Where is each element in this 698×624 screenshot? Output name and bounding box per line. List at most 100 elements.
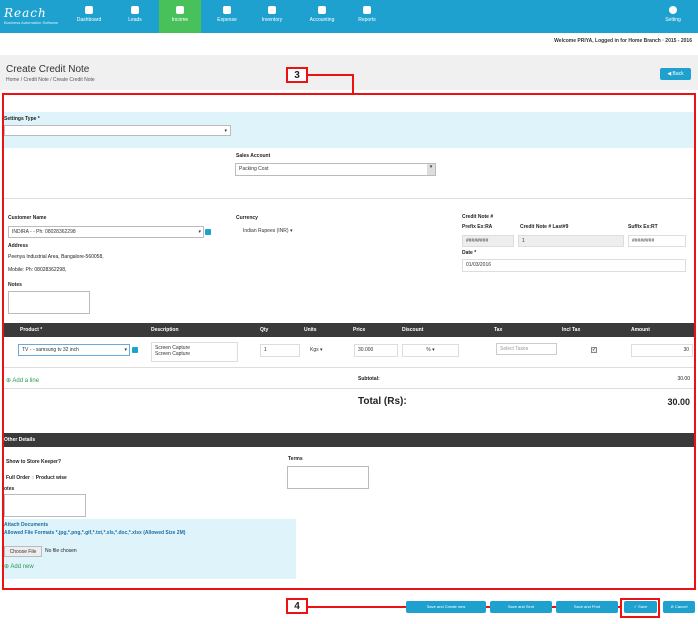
chevron-down-icon: ▾ bbox=[427, 164, 435, 175]
app-logo: Reach bbox=[4, 6, 47, 20]
page-header bbox=[0, 55, 698, 90]
callout-4: 4 bbox=[286, 598, 308, 614]
total-value: 30.00 bbox=[667, 397, 690, 407]
top-navbar: Reach Business Automation Software Dashb… bbox=[0, 0, 698, 33]
back-button[interactable]: ◀ Back bbox=[660, 68, 691, 80]
chevron-down-icon: ▾ bbox=[224, 128, 227, 134]
nav-reports[interactable]: Reports bbox=[346, 0, 388, 33]
save-and-sent-button[interactable]: Save and Sent bbox=[490, 601, 552, 613]
total-label: Total (Rs): bbox=[358, 396, 407, 407]
col-amount: Amount bbox=[631, 327, 650, 333]
amount-field: 30 bbox=[631, 344, 693, 357]
other-notes-label: otes bbox=[4, 486, 15, 492]
currency-select[interactable]: Indian Rupees (INR) ▾ bbox=[240, 226, 328, 238]
product-select[interactable]: TV - - samsung tv 32 inch ▾ bbox=[18, 344, 130, 356]
notes-textarea[interactable] bbox=[8, 291, 90, 314]
col-tax: Tax bbox=[494, 327, 503, 333]
nav-dashboard[interactable]: Dashboard bbox=[68, 0, 110, 33]
chevron-down-icon: ▾ bbox=[289, 228, 293, 234]
address-text: Peenya Industrial Area, Bangalore-560058… bbox=[8, 254, 104, 260]
save-and-print-button[interactable]: Save and Print bbox=[556, 601, 618, 613]
save-and-create-new-button[interactable]: Save and Create new bbox=[406, 601, 486, 613]
cancel-button[interactable]: ⊘ Cancel bbox=[663, 601, 695, 613]
incl-tax-checkbox[interactable]: ✓ bbox=[591, 347, 597, 353]
chevron-down-icon: ▾ bbox=[198, 229, 201, 235]
terms-label: Terms bbox=[288, 456, 303, 462]
suffix-label: Suffix Ex:RT bbox=[628, 224, 658, 230]
customer-label: Customer Name bbox=[8, 215, 47, 221]
add-product-icon[interactable] bbox=[132, 347, 138, 353]
attach-title: Attach Documents bbox=[4, 522, 49, 528]
leads-icon bbox=[131, 6, 139, 14]
chevron-down-icon: ▾ bbox=[124, 347, 127, 353]
customer-select[interactable]: INDIRA - - Ph: 08028362298 ▾ bbox=[8, 226, 204, 238]
col-units: Units bbox=[304, 327, 317, 333]
no-file-text: No file chosen bbox=[45, 548, 77, 554]
prefix-field: ######## bbox=[462, 235, 514, 247]
nav-accounting[interactable]: Accounting bbox=[298, 0, 346, 33]
settings-type-label: Settings Type * bbox=[4, 116, 40, 122]
sales-account-select[interactable]: Packing Cost ▾ bbox=[235, 163, 436, 176]
line-items-header: Product * Description Qty Units Price Di… bbox=[4, 323, 694, 337]
callout-3: 3 bbox=[286, 67, 308, 83]
nav-settings[interactable]: Setting bbox=[652, 0, 694, 33]
chevron-down-icon: ▾ bbox=[320, 347, 323, 353]
other-details-header: Other Details bbox=[4, 433, 694, 447]
breadcrumb-credit-note[interactable]: Credit Note bbox=[24, 77, 49, 83]
attach-formats: Allowed File Formats *.jpg,*.png,*.gif,*… bbox=[4, 530, 186, 536]
date-field[interactable]: 01/03/2016 bbox=[462, 259, 686, 272]
credit-note-label: Credit Note # bbox=[462, 214, 494, 220]
currency-label: Currency bbox=[236, 215, 258, 221]
breadcrumb-current: Create Credit Note bbox=[52, 77, 95, 83]
other-notes-textarea[interactable] bbox=[4, 494, 86, 517]
terms-textarea[interactable] bbox=[287, 466, 369, 489]
save-button[interactable]: ✓ Save bbox=[624, 601, 657, 613]
description-textarea[interactable]: Screen Capture Screen Capture bbox=[151, 342, 238, 362]
divider bbox=[4, 388, 694, 389]
accounting-icon bbox=[318, 6, 326, 14]
col-price: Price bbox=[353, 327, 366, 333]
add-new-link[interactable]: ⊕ Add new bbox=[4, 563, 34, 570]
full-order-radio[interactable]: Full Order ○ Product wise bbox=[6, 475, 67, 481]
inventory-icon bbox=[268, 6, 276, 14]
qty-input[interactable]: 1 bbox=[260, 344, 300, 357]
table-row: TV - - samsung tv 32 inch ▾ Screen Captur… bbox=[4, 337, 694, 368]
prefix-label: Prefix Ex:RA bbox=[462, 224, 493, 230]
col-qty: Qty bbox=[260, 327, 269, 333]
gear-icon bbox=[669, 6, 677, 14]
date-label: Date * bbox=[462, 250, 477, 256]
subtotal-value: 30.00 bbox=[677, 376, 690, 382]
nav-expense[interactable]: Expense bbox=[206, 0, 248, 33]
nav-leads[interactable]: Leads bbox=[114, 0, 156, 33]
app-tagline: Business Automation Software bbox=[4, 20, 59, 25]
add-line-link[interactable]: ⊕ Add a line bbox=[6, 377, 39, 384]
col-incl-tax: Incl Tax bbox=[562, 327, 581, 333]
income-icon bbox=[176, 6, 184, 14]
breadcrumb-home[interactable]: Home bbox=[6, 77, 19, 83]
dashboard-icon bbox=[85, 6, 93, 14]
units-select[interactable]: Kgs ▾ bbox=[307, 345, 352, 357]
divider bbox=[4, 198, 694, 199]
add-customer-icon[interactable] bbox=[205, 229, 211, 235]
suffix-field[interactable]: ######## bbox=[628, 235, 686, 247]
address-label: Address bbox=[8, 243, 29, 249]
discount-unit-select[interactable]: % ▾ bbox=[402, 344, 459, 357]
welcome-text: Welcome PRIYA, Logged in for Home Branch… bbox=[554, 38, 692, 44]
store-keeper-label: Show to Store Keeper? bbox=[6, 459, 62, 465]
expense-icon bbox=[223, 6, 231, 14]
last-number-label: Credit Note # Last#9 bbox=[520, 224, 569, 230]
price-input[interactable]: 30.000 bbox=[354, 344, 398, 357]
nav-income[interactable]: Income bbox=[159, 0, 201, 33]
subtotal-label: Subtotal: bbox=[358, 376, 380, 382]
reports-icon bbox=[363, 6, 371, 14]
notes-label: Notes bbox=[8, 282, 22, 288]
col-discount: Discount bbox=[402, 327, 424, 333]
choose-file-button[interactable]: Choose File bbox=[4, 546, 42, 557]
col-product: Product * bbox=[20, 327, 43, 333]
tax-select[interactable]: Select Taxes bbox=[496, 343, 557, 355]
col-description: Description bbox=[151, 327, 179, 333]
nav-inventory[interactable]: Inventory bbox=[251, 0, 293, 33]
settings-type-select[interactable]: ▾ bbox=[4, 125, 231, 136]
radio-icon: ○ bbox=[31, 475, 35, 481]
last-number-field: 1 bbox=[518, 235, 624, 247]
